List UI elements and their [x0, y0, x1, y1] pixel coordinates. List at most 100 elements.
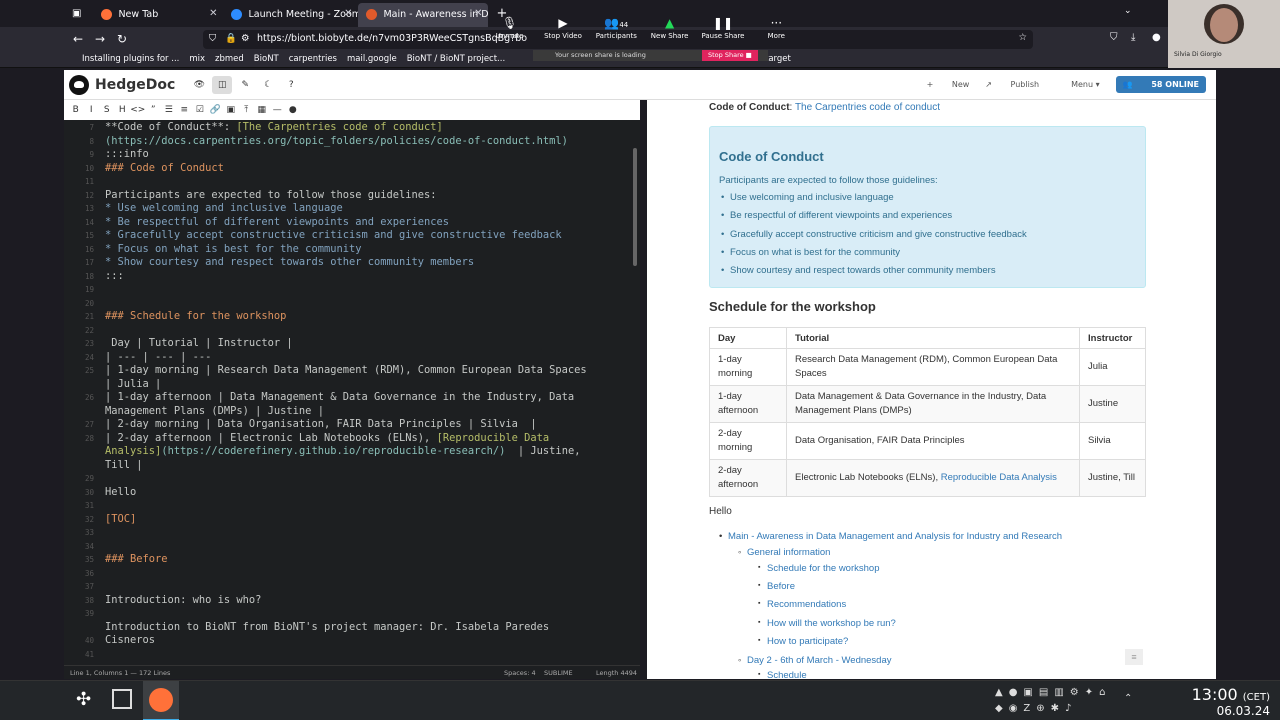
publish-label: Publish [1010, 80, 1040, 89]
new-share-button[interactable]: ▲ New Share [643, 14, 696, 48]
tab-new-tab[interactable]: New Tab ✕ [93, 3, 223, 27]
bookmark-star-icon[interactable]: ☆ [1018, 32, 1027, 43]
coc-paragraph: Code of Conduct: The Carpentries code of… [709, 102, 941, 113]
system-clock[interactable]: 13:00 (CET) 06.03.24 [1192, 685, 1270, 718]
firefox-taskbar-icon[interactable] [143, 681, 179, 720]
table-header: Instructor [1079, 327, 1146, 349]
table-header: Tutorial [786, 327, 1080, 349]
view-mode-eye-icon[interactable]: 👁 [189, 76, 209, 94]
reproducible-link[interactable]: Reproducible Data Analysis [941, 472, 1057, 483]
tab-overview-icon[interactable]: ▣ [72, 8, 81, 19]
bookmark-item[interactable]: mix [189, 54, 205, 64]
toc-item[interactable]: Main - Awareness in Data Management and … [719, 531, 1062, 542]
more-button[interactable]: ··· More [750, 14, 803, 48]
bookmark-item[interactable]: Installing plugins for ... [82, 54, 179, 64]
bold-icon[interactable]: B [68, 105, 84, 115]
pause-share-button[interactable]: ❚❚ Pause Share [696, 14, 749, 48]
comment-icon[interactable]: ● [285, 105, 301, 115]
online-users-button[interactable]: 👥 58 ONLINE [1115, 76, 1206, 93]
brand-name[interactable]: HedgeDoc [95, 77, 175, 93]
italic-icon[interactable]: I [84, 105, 100, 115]
new-note-button[interactable]: + New [927, 80, 970, 89]
close-tab-icon[interactable]: ✕ [344, 8, 352, 19]
app-launcher-icon[interactable]: ✣ [76, 689, 91, 710]
checklist-icon[interactable]: ☑ [192, 105, 208, 115]
tab-zoom[interactable]: Launch Meeting - Zoom ✕ [223, 3, 358, 27]
bookmark-item[interactable]: zbmed [215, 54, 244, 64]
schedule-heading: Schedule for the workshop [709, 299, 876, 314]
unordered-list-icon[interactable]: ☰ [161, 105, 177, 115]
upload-icon[interactable]: ⤒ [239, 105, 255, 115]
forward-icon[interactable]: → [89, 32, 111, 46]
cursor-position: Line 1, Columns 1 — 172 Lines [70, 668, 171, 677]
toc-toggle-icon[interactable]: ≡ [1125, 649, 1143, 665]
schedule-table: Day Tutorial Instructor 1-day morning Re… [709, 327, 1146, 497]
stop-video-button[interactable]: ▶ Stop Video [536, 14, 589, 48]
clock-date: 06.03.24 [1216, 704, 1270, 718]
code-icon[interactable]: <> [130, 105, 146, 115]
ordered-list-icon[interactable]: ≡ [177, 105, 193, 115]
unmute-button[interactable]: 🎙 Unmute [483, 14, 536, 48]
downloads-icon[interactable]: ⤓ [1131, 32, 1135, 43]
doc-length: Length 4494 [596, 668, 638, 677]
line-icon[interactable]: — [270, 105, 286, 115]
toc-item[interactable]: Recommendations [758, 599, 846, 610]
bookmark-item[interactable]: carpentries [289, 54, 337, 64]
heading-icon[interactable]: H [115, 105, 131, 115]
help-icon[interactable]: ? [281, 76, 301, 94]
tray-expand-icon[interactable]: ⌃ [1124, 693, 1132, 704]
image-icon[interactable]: ▣ [223, 105, 239, 115]
table-icon[interactable]: ▦ [254, 105, 270, 115]
table-cell: Data Organisation, FAIR Data Principles [786, 422, 1080, 460]
stop-share-button[interactable]: Stop Share ■ [702, 50, 758, 61]
hedgedoc-logo-icon[interactable] [69, 74, 89, 95]
toc-item[interactable]: Before [758, 581, 795, 592]
coc-link[interactable]: The Carpentries code of conduct [795, 102, 940, 113]
close-tab-icon[interactable]: ✕ [209, 8, 217, 19]
toc-item[interactable]: How will the workshop be run? [758, 618, 896, 629]
firefox-icon [101, 9, 113, 20]
bookmark-item[interactable]: mail.google [347, 54, 397, 64]
tab-label: New Tab [118, 9, 159, 20]
back-icon[interactable]: ← [67, 32, 89, 46]
hello-text: Hello [709, 506, 732, 517]
bookmark-item[interactable]: target [765, 54, 791, 64]
pocket-icon[interactable]: ⛉ [1110, 32, 1118, 43]
clock-time: 13:00 [1191, 685, 1238, 704]
code-line: ### Schedule for the workshop [105, 310, 287, 322]
both-mode-icon[interactable]: ◫ [212, 75, 233, 94]
code-line: * Be respectful of different viewpoints … [105, 215, 450, 228]
bookmark-item[interactable]: BioNT [254, 54, 279, 64]
code-line: **Code of Conduct**: [The Carpentries co… [105, 121, 443, 133]
tab-label: Main - Awareness in Dat [383, 9, 489, 20]
night-mode-icon[interactable]: ☾ [258, 76, 278, 94]
menu-button[interactable]: Menu ▾ [1055, 80, 1100, 89]
toc-item[interactable]: Day 2 - 6th of March - Wednesday [738, 655, 891, 666]
toc-item[interactable]: Schedule [758, 670, 807, 679]
reload-icon[interactable]: ↻ [111, 32, 133, 46]
show-desktop-icon[interactable] [112, 689, 132, 709]
code-line: Participants are expected to follow thos… [105, 188, 437, 201]
code-line: Hello [105, 485, 137, 498]
toc-item[interactable]: General information [738, 547, 830, 558]
account-icon[interactable]: ● [1152, 32, 1161, 43]
keymap-setting[interactable]: SUBLIME [544, 669, 573, 677]
toc-item[interactable]: Schedule for the workshop [758, 563, 880, 574]
publish-button[interactable]: ↗ Publish [985, 80, 1039, 89]
participants-button[interactable]: 👥44 Participants [590, 14, 643, 48]
bookmark-item[interactable]: BioNT / BioNT project... [407, 54, 505, 64]
editor-scrollbar[interactable] [633, 148, 637, 266]
edit-mode-pencil-icon[interactable]: ✎ [235, 76, 255, 94]
indent-setting[interactable]: Spaces: 4 [504, 669, 536, 677]
close-tab-icon[interactable]: ✕ [474, 8, 482, 19]
quote-icon[interactable]: ” [146, 105, 162, 115]
link-icon[interactable]: 🔗 [208, 105, 224, 115]
markdown-editor[interactable]: 7 8 9 10 11 12 13 14 15 16 17 18 19 20 21 22 23 24 25 26 27 2… [64, 120, 640, 665]
tab-hedgedoc[interactable]: Main - Awareness in Dat ✕ [358, 2, 489, 27]
strikethrough-icon[interactable]: S [99, 105, 115, 115]
toc-item[interactable]: How to participate? [758, 636, 848, 647]
tab-list-icon[interactable]: ⌄ [1124, 6, 1132, 16]
table-cell: Data Management & Data Governance in the… [786, 385, 1080, 423]
pause-icon: ❚❚ [712, 16, 734, 30]
code-line: (https://docs.carpentries.org/topic_fold… [105, 134, 568, 147]
